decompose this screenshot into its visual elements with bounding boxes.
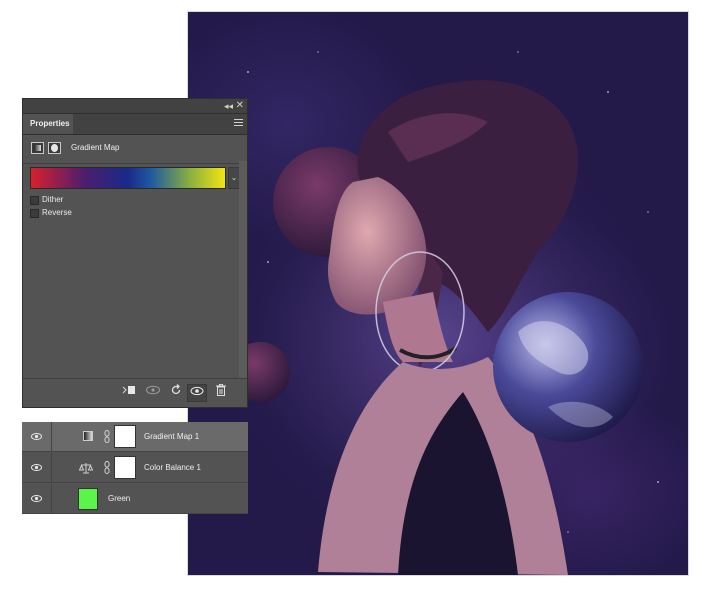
properties-title: Gradient Map xyxy=(71,143,120,152)
adjustment-icon[interactable] xyxy=(31,142,44,154)
gradient-map-adjustment-icon xyxy=(83,431,93,441)
dither-checkbox[interactable] xyxy=(30,196,39,205)
divider xyxy=(51,422,52,452)
layer-name: Gradient Map 1 xyxy=(144,432,200,441)
divider xyxy=(51,484,52,514)
collapse-panel-icon[interactable]: ◂◂ xyxy=(224,99,233,113)
toggle-visibility-eye-icon[interactable] xyxy=(187,384,207,402)
layer-name: Green xyxy=(108,494,131,503)
eye-icon[interactable] xyxy=(31,493,42,504)
panel-tab-bar: Properties xyxy=(23,114,247,135)
layer-mask-thumbnail[interactable] xyxy=(114,425,136,448)
layer-row-gradient-map[interactable]: Gradient Map 1 xyxy=(22,422,248,452)
layer-row-color-balance[interactable]: Color Balance 1 xyxy=(22,453,248,483)
trash-icon[interactable] xyxy=(211,383,231,402)
layer-color-thumbnail[interactable] xyxy=(78,488,98,510)
link-chain-icon[interactable] xyxy=(104,430,110,443)
panel-menu-icon[interactable] xyxy=(234,119,243,128)
artwork-canvas xyxy=(188,12,688,575)
reverse-label: Reverse xyxy=(42,208,72,217)
layer-name: Color Balance 1 xyxy=(144,463,201,472)
properties-footer xyxy=(23,378,247,407)
close-icon[interactable]: ✕ xyxy=(236,99,244,113)
layers-panel: Gradient Map 1 Color Balance 1 Green xyxy=(22,422,248,514)
mask-icon[interactable] xyxy=(48,142,61,154)
gradient-preview[interactable] xyxy=(30,167,226,189)
eye-icon[interactable] xyxy=(31,431,42,442)
reset-icon[interactable] xyxy=(166,384,186,402)
properties-panel: ◂◂ ✕ Properties Gradient Map ⌄ Dither Re… xyxy=(22,98,248,408)
dither-label: Dither xyxy=(42,195,64,204)
tab-properties[interactable]: Properties xyxy=(23,114,73,134)
properties-title-row: Gradient Map xyxy=(23,137,247,161)
clip-to-layer-icon[interactable] xyxy=(119,384,139,402)
layer-row-green[interactable]: Green xyxy=(22,484,248,514)
color-balance-scale-icon xyxy=(79,463,93,474)
layer-mask-thumbnail[interactable] xyxy=(114,456,136,479)
reverse-checkbox[interactable] xyxy=(30,209,39,218)
panel-scrollbar[interactable] xyxy=(239,161,247,381)
link-chain-icon[interactable] xyxy=(104,461,110,474)
eye-icon[interactable] xyxy=(31,462,42,473)
panel-header-bar: ◂◂ ✕ xyxy=(23,99,247,114)
divider xyxy=(23,163,247,164)
divider xyxy=(51,453,52,483)
artwork-illustration xyxy=(198,51,678,575)
view-previous-state-icon[interactable] xyxy=(143,384,163,402)
